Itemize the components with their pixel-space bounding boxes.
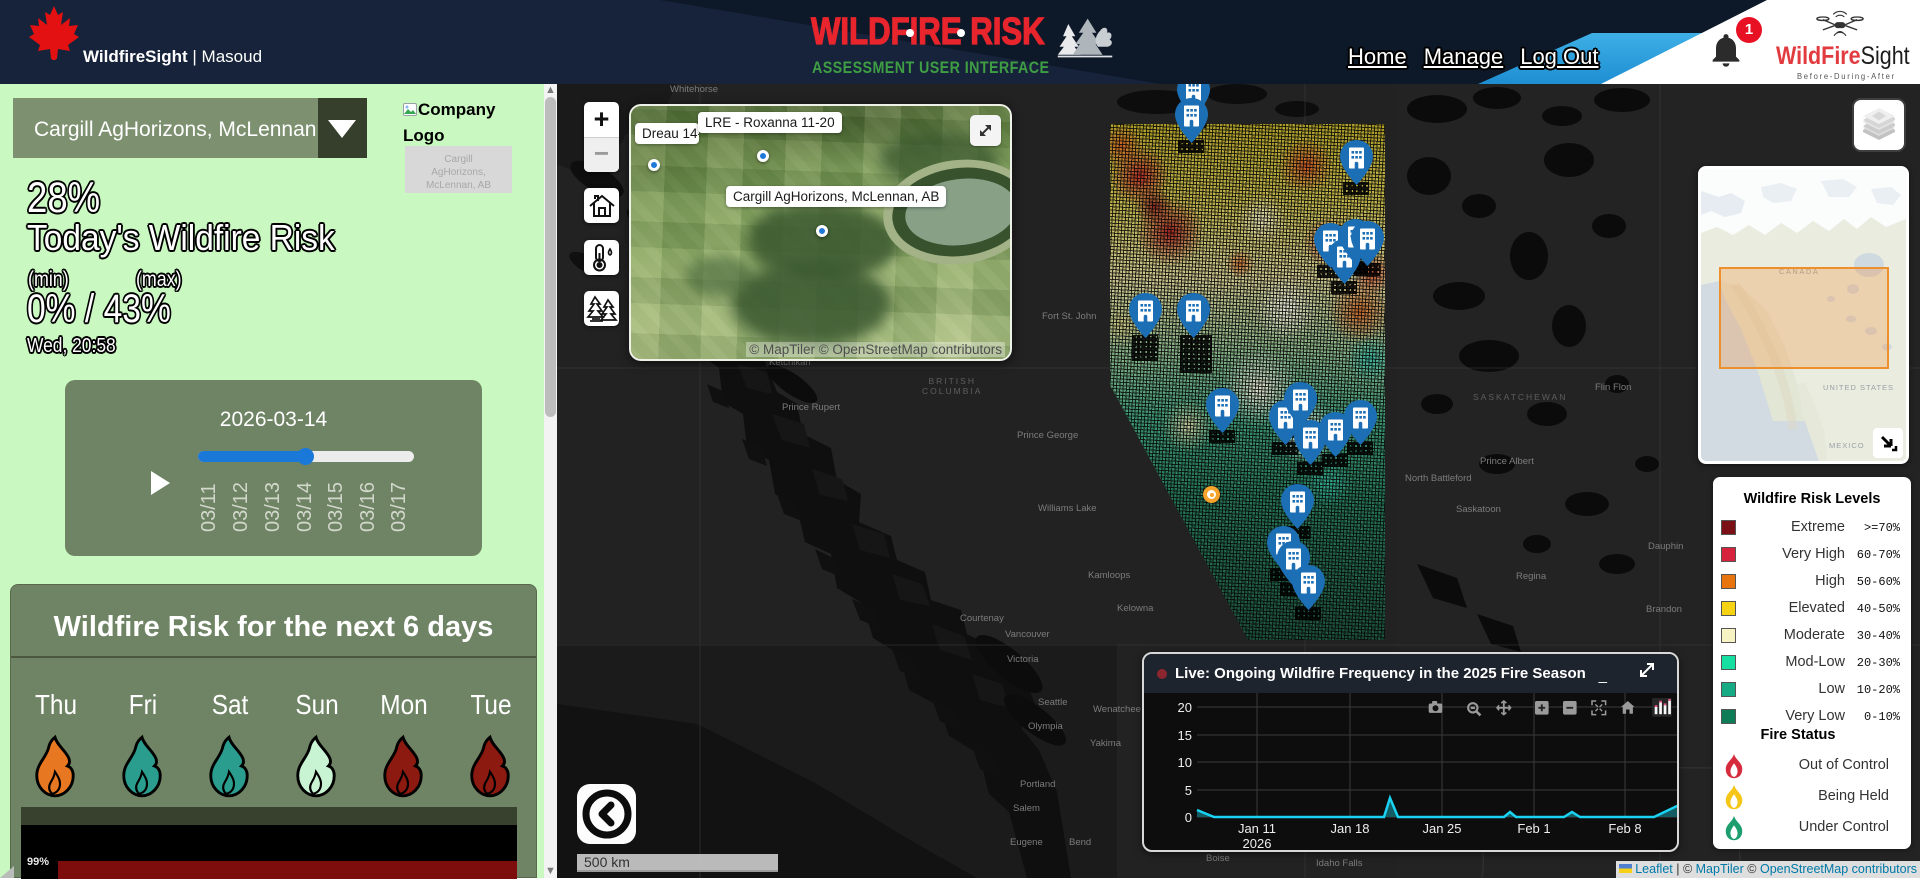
svg-text:20: 20 [1178, 700, 1192, 715]
svg-text:Jan 18: Jan 18 [1330, 821, 1369, 836]
svg-text:MEXICO: MEXICO [1829, 441, 1865, 450]
svg-text:10: 10 [1178, 755, 1192, 770]
svg-text:5: 5 [1185, 783, 1192, 798]
svg-text:Jan 25: Jan 25 [1422, 821, 1461, 836]
svg-text:2026: 2026 [1243, 836, 1272, 849]
svg-text:0: 0 [1185, 810, 1192, 825]
svg-text:UNITED STATES: UNITED STATES [1823, 383, 1894, 392]
svg-text:Jan 11: Jan 11 [1238, 821, 1276, 836]
svg-text:Feb 1: Feb 1 [1517, 821, 1550, 836]
svg-text:Feb 8: Feb 8 [1608, 821, 1641, 836]
svg-text:15: 15 [1178, 728, 1192, 743]
